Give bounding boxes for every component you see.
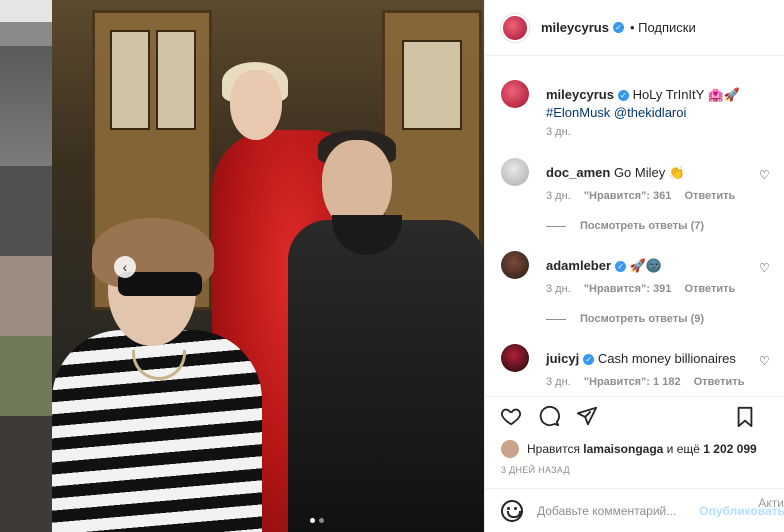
background-window [110,30,150,130]
liker-avatar[interactable] [501,440,519,458]
post-date[interactable]: 3 ДНЕЙ НАЗАД [501,465,570,475]
paper-plane-icon[interactable] [575,404,599,428]
commenter-avatar[interactable] [501,344,529,372]
person-head [230,70,282,140]
comment-likes[interactable]: "Нравится": 361 [584,190,672,202]
comment-text: 🚀🌚 [629,258,663,273]
comment-meta: 3 дн. "Нравится": 361 Ответить [546,190,745,202]
caption-tags[interactable]: #ElonMusk @thekidlaroi [546,105,686,120]
comment-body: juicyj ✓ Cash money billionaires [546,350,756,368]
caption-meta: 3 дн. [546,126,581,138]
replies-divider [546,318,566,320]
author-username[interactable]: mileycyrus [541,20,609,35]
carousel-dot [310,518,315,523]
verified-badge-icon: ✓ [583,354,595,366]
comment-like-heart-icon[interactable]: ♡ [759,261,771,275]
verified-badge-icon: ✓ [612,22,624,33]
likes-summary: Нравится lamaisongaga и ещё 1 202 099 [501,440,757,458]
caption-body: mileycyrus ✓ HoLy TrInItY 🏩🚀 #ElonMusk @t… [546,86,756,122]
reply-button[interactable]: Ответить [694,376,745,388]
smiley-icon[interactable] [501,499,523,522]
background-window [402,40,462,130]
verified-badge-icon: ✓ [615,261,627,273]
comment-text: Go Miley 👏 [613,165,686,180]
comments-list[interactable]: mileycyrus ✓ HoLy TrInItY 🏩🚀 #ElonMusk @t… [485,56,784,396]
comment-like-heart-icon[interactable]: ♡ [759,354,771,368]
caption-text: HoLy TrInItY 🏩🚀 [632,87,741,102]
comment-username[interactable]: doc_amen [546,165,610,180]
heart-icon[interactable] [499,404,523,428]
view-replies-button[interactable]: Посмотреть ответы (7) [546,220,704,232]
comment-meta: 3 дн. "Нравится": 1 182 Ответить [546,376,754,388]
backdrop-band [0,256,52,336]
caption-username[interactable]: mileycyrus [546,87,614,102]
comment-likes[interactable]: "Нравится": 391 [584,283,672,295]
post-photo[interactable]: ‹ [52,0,484,532]
commenter-avatar[interactable] [501,158,529,186]
comment-time[interactable]: 3 дн. [546,283,571,295]
likes-middle: и ещё [666,442,700,456]
backdrop-band [0,0,52,22]
comment-bubble-icon[interactable] [537,404,561,428]
reply-button[interactable]: Ответить [684,190,735,202]
comment-body: adamleber ✓ 🚀🌚 [546,257,756,275]
comment-meta: 3 дн. "Нравится": 391 Ответить [546,283,745,295]
backdrop-band [0,46,52,166]
comment-likes[interactable]: "Нравится": 1 182 [584,376,681,388]
view-replies-button[interactable]: Посмотреть ответы (9) [546,313,704,325]
comment-time[interactable]: 3 дн. [546,376,571,388]
likes-prefix: Нравится [527,442,580,456]
previous-post-backdrop[interactable] [0,0,52,532]
commenter-avatar[interactable] [501,251,529,279]
carousel-indicator [310,518,324,523]
comment-like-heart-icon[interactable]: ♡ [759,168,771,182]
comment-body: doc_amen Go Miley 👏 [546,164,756,182]
comment-text: Cash money billionaires [597,351,736,366]
backdrop-band [0,22,52,46]
author-avatar[interactable] [501,13,529,42]
os-activation-watermark: Акти [758,496,784,510]
following-status[interactable]: • Подписки [630,20,696,35]
comment-input[interactable] [537,503,700,518]
reply-button[interactable]: Ответить [684,283,735,295]
author-avatar[interactable] [501,80,529,108]
verified-badge-icon: ✓ [617,90,629,102]
backdrop-band [0,416,52,532]
comment-username[interactable]: adamleber [546,258,611,273]
caption-time[interactable]: 3 дн. [546,126,571,138]
backdrop-band [0,336,52,416]
post-action-bar [485,396,784,434]
add-comment-form: Опубликовать [485,488,784,532]
comment-time[interactable]: 3 дн. [546,190,571,202]
replies-divider [546,225,566,227]
carousel-prev-button[interactable]: ‹ [114,256,136,278]
comment-username[interactable]: juicyj [546,351,579,366]
likes-count[interactable]: 1 202 099 [703,442,756,456]
background-window [156,30,196,130]
bookmark-icon[interactable] [733,405,757,429]
person-leather-jacket [288,220,484,532]
chevron-left-icon: ‹ [122,259,128,275]
view-replies-label: Посмотреть ответы (9) [580,313,705,325]
liker-username[interactable]: lamaisongaga [583,442,663,456]
backdrop-band [0,166,52,256]
post-sidebar: mileycyrus ✓ • Подписки mileycyrus ✓ HoLy… [484,0,784,532]
post-header: mileycyrus ✓ • Подписки [485,0,784,56]
view-replies-label: Посмотреть ответы (7) [580,220,705,232]
carousel-dot [319,518,324,523]
